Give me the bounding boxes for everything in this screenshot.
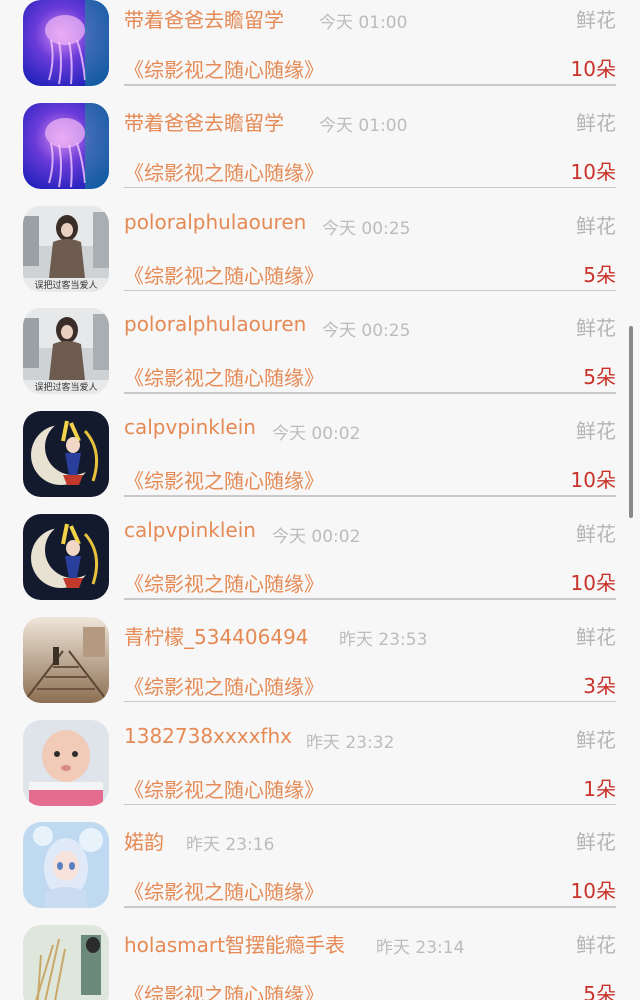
divider	[124, 289, 616, 292]
send-time: 今天 00:02	[272, 527, 361, 547]
send-time: 今天 00:25	[322, 218, 411, 239]
list-item[interactable]: 误把过客当爱人 poloralphulaouren 今天 00:25 鲜花 《综…	[0, 205, 640, 309]
divider	[124, 803, 616, 806]
divider	[124, 186, 616, 189]
gift-count: 10朵	[570, 159, 616, 184]
work-title[interactable]: 《综影视之随心随缘》	[124, 362, 324, 391]
list-item[interactable]: 误把过客当爱人 poloralphulaouren 今天 00:25 鲜花 《综…	[0, 308, 640, 411]
send-time: 今天 01:00	[319, 13, 408, 33]
railway-avatar-icon[interactable]	[23, 616, 109, 703]
sender-name[interactable]: 1382738xxxxfhx	[124, 724, 292, 748]
list-item[interactable]: 青柠檬_534406494 昨天 23:53 鲜花 《综影视之随心随缘》 3朵	[0, 616, 640, 720]
send-time: 今天 01:00	[319, 115, 408, 136]
sender-name[interactable]: 带着爸爸去瞻留学	[124, 107, 284, 136]
jellyfish-avatar-icon[interactable]	[23, 102, 109, 189]
sender-name[interactable]: 青柠檬_534406494	[124, 621, 309, 650]
gift-type: 鲜花	[576, 316, 616, 341]
divider	[124, 598, 616, 600]
gift-type: 鲜花	[576, 110, 616, 135]
divider	[124, 495, 616, 497]
sailor-moon-avatar-icon[interactable]	[23, 514, 109, 600]
gift-type: 鲜花	[576, 419, 616, 444]
divider	[124, 392, 616, 394]
gift-count: 1朵	[583, 776, 616, 801]
sender-name[interactable]: holasmart智摆能瘾手表	[124, 929, 345, 958]
list-item[interactable]: 带着爸爸去瞻留学 今天 01:00 鲜花 《综影视之随心随缘》 10朵	[0, 0, 640, 103]
gift-count: 10朵	[570, 57, 616, 81]
gift-type: 鲜花	[576, 522, 616, 546]
divider	[124, 906, 616, 908]
work-title[interactable]: 《综影视之随心随缘》	[124, 876, 324, 905]
gift-count: 5朵	[583, 262, 616, 287]
work-title[interactable]: 《综影视之随心随缘》	[124, 157, 324, 186]
send-time: 昨天 23:14	[376, 938, 465, 959]
girl-street-avatar-icon[interactable]: 误把过客当爱人	[23, 308, 109, 395]
send-time: 今天 00:25	[322, 321, 411, 342]
send-time: 今天 00:02	[272, 424, 361, 445]
list-item[interactable]: 婼韵 昨天 23:16 鲜花 《综影视之随心随缘》 10朵	[0, 822, 640, 925]
gift-count: 10朵	[570, 879, 616, 904]
list-item[interactable]: calpvpinklein 今天 00:02 鲜花 《综影视之随心随缘》 10朵	[0, 411, 640, 514]
gift-type: 鲜花	[576, 8, 616, 32]
sailor-moon-avatar-icon[interactable]	[23, 411, 109, 498]
sender-name[interactable]: calpvpinklein	[124, 415, 256, 439]
divider	[124, 700, 616, 703]
reeds-avatar-icon[interactable]	[23, 925, 109, 1000]
gift-count: 3朵	[583, 673, 616, 698]
gift-type: 鲜花	[576, 624, 616, 649]
gift-count: 10朵	[570, 468, 616, 493]
gift-type: 鲜花	[576, 213, 616, 238]
list-item[interactable]: holasmart智摆能瘾手表 昨天 23:14 鲜花 《综影视之随心随缘》 5…	[0, 925, 640, 1000]
sender-name[interactable]: calpvpinklein	[124, 518, 256, 542]
flower-gift-list[interactable]: 带着爸爸去瞻留学 今天 01:00 鲜花 《综影视之随心随缘》 10朵 带着爸爸…	[0, 0, 640, 1000]
baby-avatar-icon[interactable]	[23, 719, 109, 806]
list-item[interactable]: calpvpinklein 今天 00:02 鲜花 《综影视之随心随缘》 10朵	[0, 514, 640, 617]
girl-street-avatar-icon[interactable]: 误把过客当爱人	[23, 205, 109, 292]
sender-name[interactable]: 婼韵	[124, 826, 164, 855]
sender-name[interactable]: poloralphulaouren	[124, 210, 306, 234]
gift-type: 鲜花	[576, 933, 616, 958]
jellyfish-avatar-icon[interactable]	[23, 0, 109, 86]
divider	[124, 84, 616, 86]
list-item[interactable]: 1382738xxxxfhx 昨天 23:32 鲜花 《综影视之随心随缘》 1朵	[0, 719, 640, 823]
sender-name[interactable]: 带着爸爸去瞻留学	[124, 4, 284, 33]
work-title[interactable]: 《综影视之随心随缘》	[124, 54, 324, 83]
send-time: 昨天 23:32	[306, 732, 395, 753]
gift-count: 5朵	[583, 365, 616, 390]
gift-count: 5朵	[583, 982, 616, 1000]
anime-girl-avatar-icon[interactable]	[23, 822, 109, 909]
work-title[interactable]: 《综影视之随心随缘》	[124, 979, 324, 1000]
gift-type: 鲜花	[576, 830, 616, 855]
avatar-caption: 误把过客当爱人	[34, 381, 97, 393]
work-title[interactable]: 《综影视之随心随缘》	[124, 774, 324, 803]
sender-name[interactable]: poloralphulaouren	[124, 312, 306, 336]
send-time: 昨天 23:53	[339, 629, 428, 650]
work-title[interactable]: 《综影视之随心随缘》	[124, 671, 324, 700]
vertical-scrollbar[interactable]	[629, 326, 633, 518]
work-title[interactable]: 《综影视之随心随缘》	[124, 568, 324, 597]
avatar-caption: 误把过客当爱人	[34, 279, 97, 291]
list-item[interactable]: 带着爸爸去瞻留学 今天 01:00 鲜花 《综影视之随心随缘》 10朵	[0, 102, 640, 206]
work-title[interactable]: 《综影视之随心随缘》	[124, 465, 324, 494]
gift-count: 10朵	[570, 571, 616, 595]
gift-type: 鲜花	[576, 727, 616, 752]
send-time: 昨天 23:16	[186, 835, 275, 856]
work-title[interactable]: 《综影视之随心随缘》	[124, 260, 324, 289]
